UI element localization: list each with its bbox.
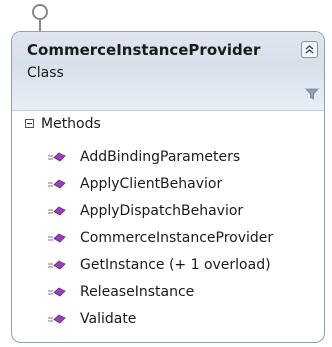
method-label: ReleaseInstance [80, 284, 195, 300]
method-label: CommerceInstanceProvider [80, 230, 274, 246]
method-item[interactable]: ApplyClientBehavior [12, 171, 324, 198]
methods-list: AddBindingParameters ApplyClientBehavior… [12, 144, 324, 333]
method-item[interactable]: GetInstance (+ 1 overload) [12, 252, 324, 279]
method-item[interactable]: Validate [12, 306, 324, 333]
method-icon [48, 152, 66, 162]
method-item[interactable]: ReleaseInstance [12, 279, 324, 306]
method-icon [48, 206, 66, 216]
class-kind: Class [27, 65, 64, 81]
method-label: GetInstance (+ 1 overload) [80, 257, 271, 273]
method-item[interactable]: CommerceInstanceProvider [12, 225, 324, 252]
method-item[interactable]: ApplyDispatchBehavior [12, 198, 324, 225]
method-icon [48, 260, 66, 270]
method-icon [48, 233, 66, 243]
double-chevron-up-icon[interactable] [301, 41, 318, 58]
class-name: CommerceInstanceProvider [27, 41, 261, 59]
class-shape[interactable]: CommerceInstanceProvider Class Methods A… [11, 31, 325, 343]
class-header: CommerceInstanceProvider Class [12, 32, 324, 111]
method-label: ApplyDispatchBehavior [80, 203, 244, 219]
method-icon [48, 287, 66, 297]
funnel-icon[interactable] [305, 87, 319, 101]
methods-section-label: Methods [41, 116, 101, 132]
methods-section-header[interactable]: Methods [12, 112, 324, 138]
method-label: ApplyClientBehavior [80, 176, 223, 192]
method-label: Validate [80, 311, 137, 327]
interface-lollipop-circle [32, 4, 48, 20]
method-item[interactable]: AddBindingParameters [12, 144, 324, 171]
method-icon [48, 179, 66, 189]
minus-box-icon[interactable] [25, 119, 34, 128]
method-label: AddBindingParameters [80, 149, 241, 165]
method-icon [48, 314, 66, 324]
